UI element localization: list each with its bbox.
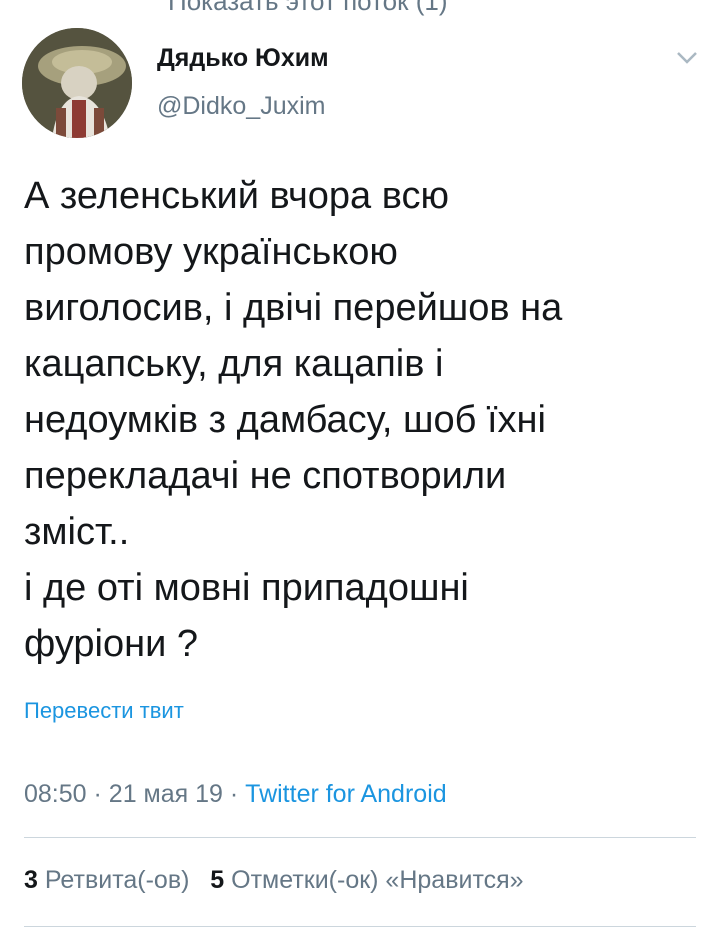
retweets-stat[interactable]: 3 Ретвита(-ов) xyxy=(24,866,189,894)
tweet-meta: 08:50 · 21 мая 19 · Twitter for Android xyxy=(24,780,447,809)
tweet-time: 08:50 xyxy=(24,780,87,808)
tweet-stats: 3 Ретвита(-ов) 5 Отметки(-ок) «Нравится» xyxy=(24,866,524,895)
author-handle[interactable]: @Didko_Juxim xyxy=(157,92,325,121)
divider xyxy=(24,926,696,927)
tweet-line: і де оті мовні припадошні xyxy=(24,567,469,609)
likes-count: 5 xyxy=(210,866,225,894)
tweet-date: 21 мая 19 xyxy=(108,780,223,808)
chevron-down-icon[interactable] xyxy=(676,50,698,66)
author-display-name[interactable]: Дядько Юхим xyxy=(157,44,329,73)
avatar[interactable] xyxy=(22,28,132,138)
tweet-line: перекладачі не спотворили xyxy=(24,455,507,497)
likes-stat[interactable]: 5 Отметки(-ок) «Нравится» xyxy=(210,866,523,894)
tweet-line: фуріони ? xyxy=(24,623,199,665)
meta-separator: · xyxy=(93,780,102,808)
tweet-line: недоумків з дамбасу, шоб їхні xyxy=(24,399,546,441)
retweets-label: Ретвита(-ов) xyxy=(44,866,190,894)
retweets-count: 3 xyxy=(24,866,38,894)
tweet-line: А зеленський вчора всю xyxy=(24,175,449,217)
divider xyxy=(24,837,696,838)
likes-label: Отметки(-ок) «Нравится» xyxy=(231,866,524,894)
tweet-text: А зеленський вчора всю промову українськ… xyxy=(24,168,694,672)
meta-separator: · xyxy=(229,780,239,808)
tweet-line: кацапську, для кацапів і xyxy=(24,343,444,385)
tweet-source-link[interactable]: Twitter for Android xyxy=(245,780,446,808)
tweet-line: зміст.. xyxy=(24,511,130,553)
translate-tweet-link[interactable]: Перевести твит xyxy=(24,698,184,724)
thread-link-partial[interactable]: Показать этот поток (1) xyxy=(168,0,448,17)
tweet-line: промову українською xyxy=(24,231,398,273)
tweet-line: виголосив, і двічі перейшов на xyxy=(24,287,563,329)
